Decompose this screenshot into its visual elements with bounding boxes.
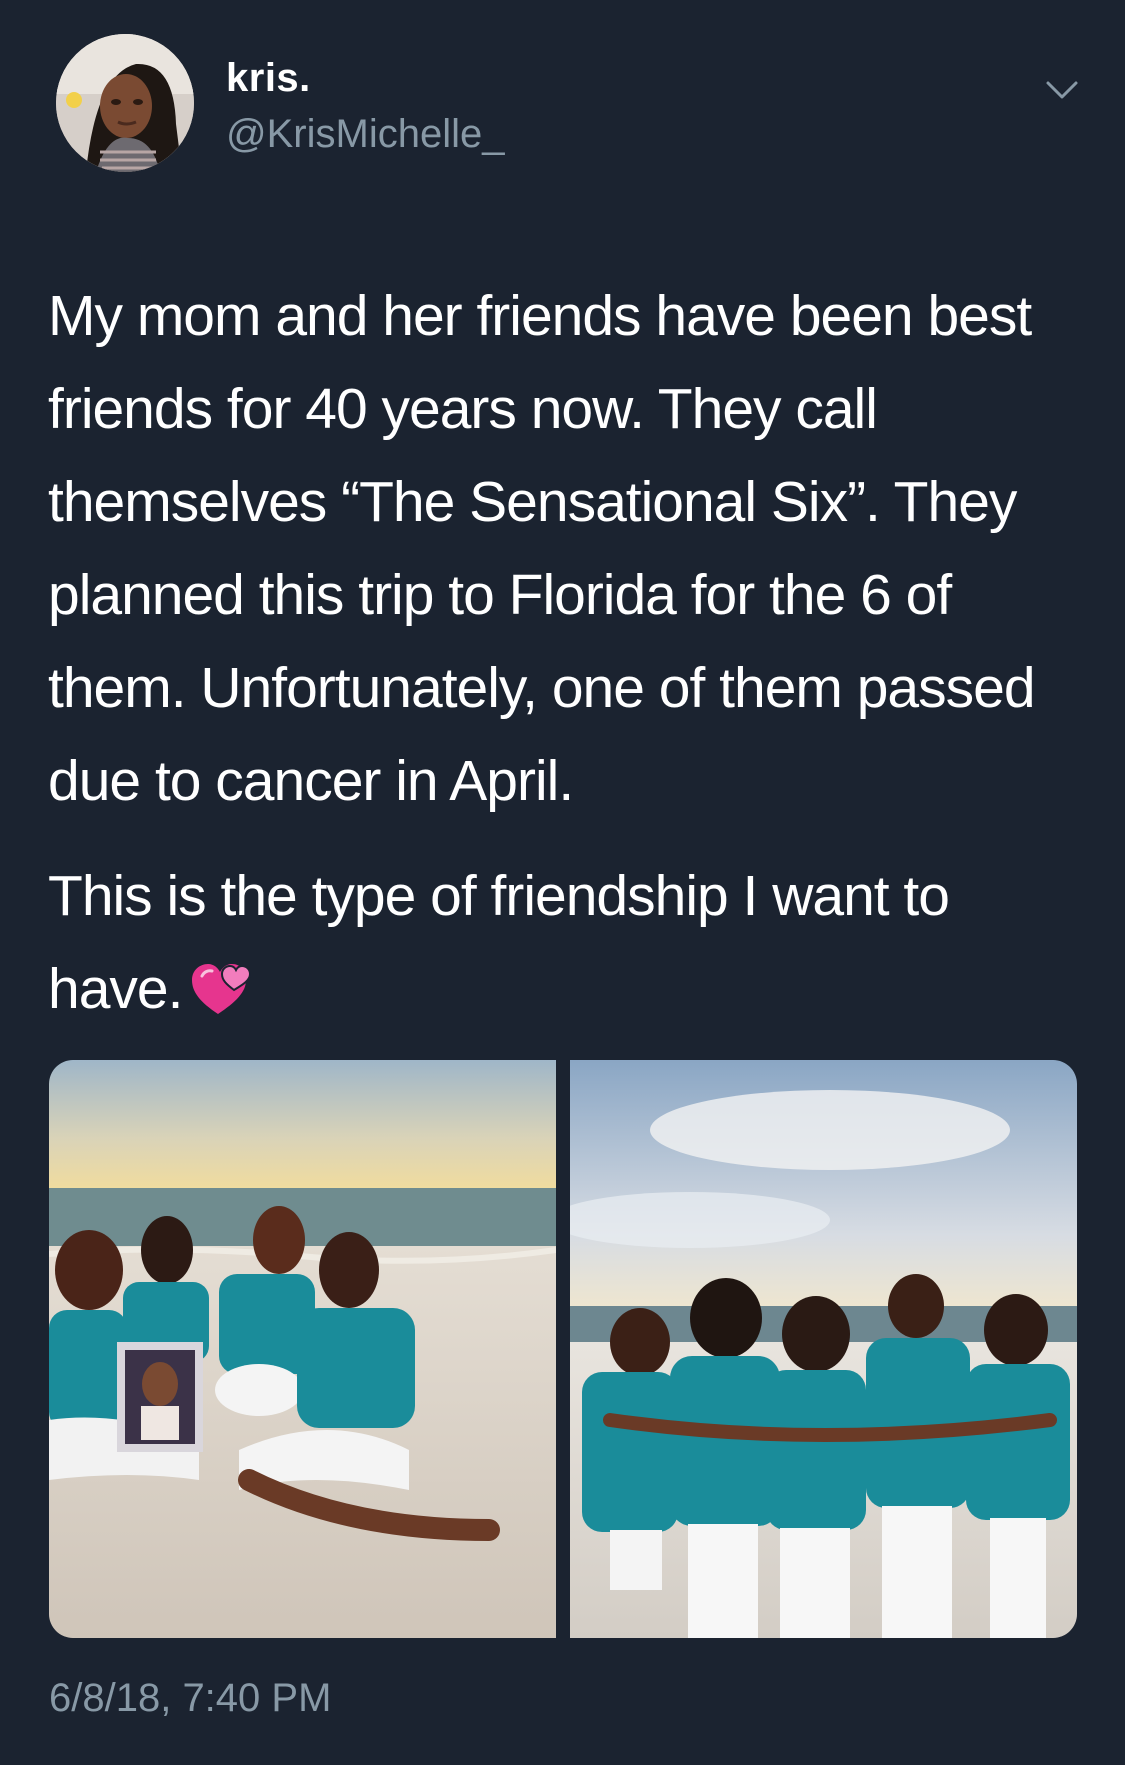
tweet-paragraph: My mom and her friends have been best fr…	[48, 284, 1036, 813]
author-name[interactable]: kris.	[226, 56, 311, 101]
tweet-media	[49, 1060, 1077, 1638]
tweet-paragraph: This is the type of friendship I want to…	[48, 850, 1088, 1044]
two-hearts-emoji-icon	[190, 951, 252, 1044]
tweet-text: My mom and her friends have been best fr…	[48, 270, 1088, 1044]
tweet-card: kris. @KrisMichelle_ My mom and her frie…	[0, 0, 1125, 1765]
beach-photo-sitting-image	[49, 1060, 556, 1638]
author-avatar[interactable]	[56, 34, 194, 172]
tweet-paragraph-text: This is the type of friendship I want to…	[48, 864, 950, 1021]
chevron-down-icon[interactable]	[1044, 72, 1080, 108]
beach-photo-sitting[interactable]	[49, 1060, 556, 1638]
beach-photo-back-image	[570, 1060, 1077, 1638]
avatar-photo	[56, 34, 194, 172]
tweet-timestamp[interactable]: 6/8/18, 7:40 PM	[49, 1676, 331, 1721]
beach-photo-back[interactable]	[570, 1060, 1077, 1638]
author-handle[interactable]: @KrisMichelle_	[226, 112, 504, 157]
